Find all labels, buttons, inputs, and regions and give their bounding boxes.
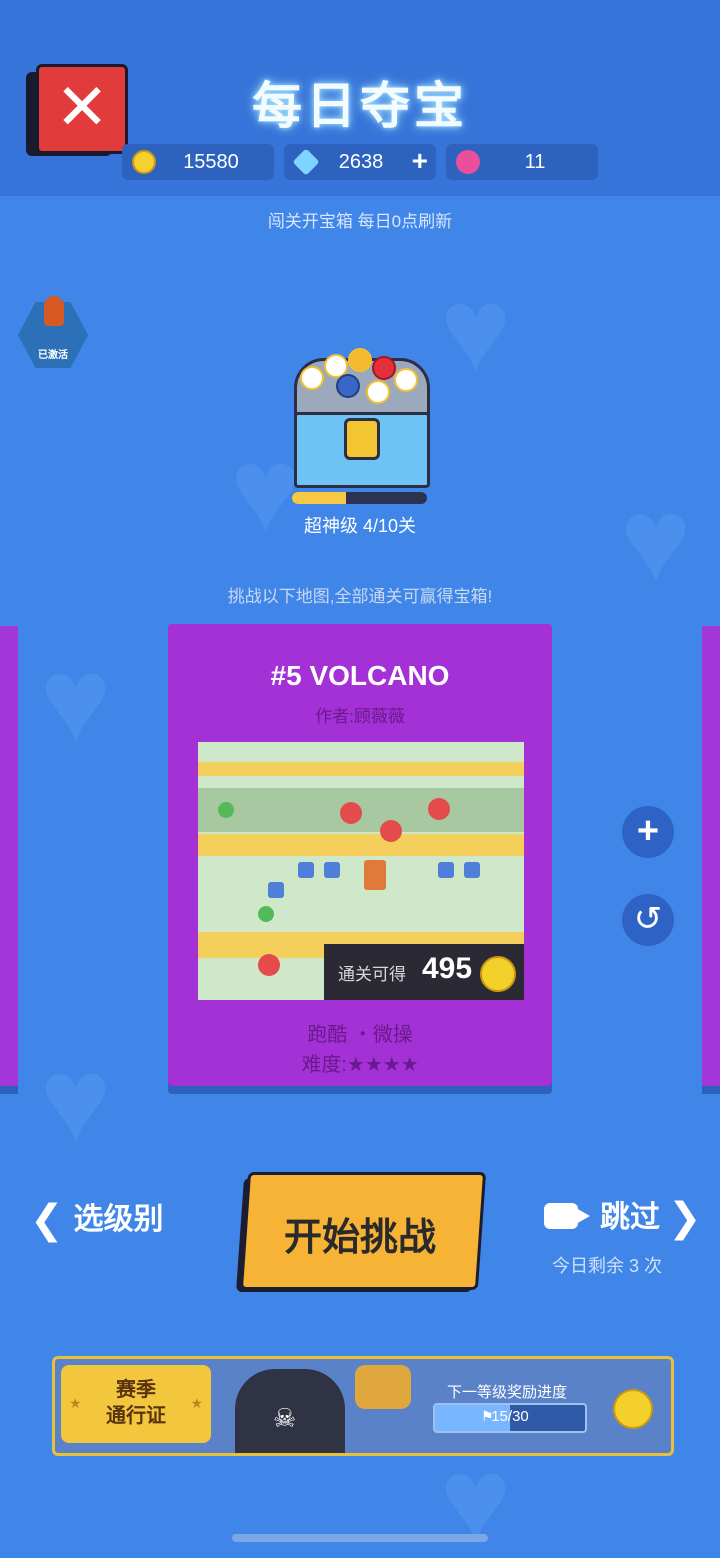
add-diamond-icon[interactable]: + bbox=[412, 144, 428, 178]
season-pass-banner[interactable]: ★ 赛季 通行证 ★ ☠ 下一等级奖励进度 ⚑ 15/30 bbox=[52, 1356, 674, 1456]
level-tags: 跑酷 ・微操 bbox=[307, 1024, 413, 1046]
skull-icon: ☠ bbox=[273, 1403, 297, 1433]
video-camera-icon bbox=[544, 1203, 590, 1229]
chevron-left-icon: ❮ bbox=[30, 1198, 64, 1242]
level-reward: 通关可得 495 bbox=[324, 944, 524, 1000]
activated-badge[interactable]: 已激活 bbox=[18, 296, 88, 374]
history-button[interactable]: ↺ bbox=[622, 894, 674, 946]
home-indicator[interactable] bbox=[232, 1534, 488, 1542]
remaining-skips: 今日剩余 3 次 bbox=[552, 1256, 663, 1276]
gold-coin-icon bbox=[480, 956, 516, 992]
level-difficulty: 难度:★★★★ bbox=[301, 1054, 419, 1076]
level-title: #5 VOLCANO bbox=[270, 660, 450, 691]
gold-coin-icon bbox=[132, 150, 156, 174]
chest-progress-label: 超神级 4/10关 bbox=[303, 516, 417, 536]
top-bar: ✕ 每日夺宝 15580 2638 + 11 bbox=[0, 0, 720, 196]
season-pass-progress: ⚑ 15/30 bbox=[433, 1403, 587, 1433]
select-level-button[interactable]: ❮ 选级别 bbox=[30, 1194, 164, 1243]
plus-icon: + bbox=[636, 810, 660, 852]
hero-character-image bbox=[355, 1365, 411, 1409]
chest-progress-bar bbox=[292, 492, 427, 504]
level-author: 作者:顾薇薇 bbox=[315, 707, 405, 726]
history-icon: ↺ bbox=[633, 900, 663, 938]
diamond-icon bbox=[292, 148, 320, 176]
lock-icon bbox=[344, 418, 380, 460]
lotus-counter: 11 bbox=[446, 144, 598, 180]
level-preview-image: 通关可得 495 bbox=[198, 742, 524, 1000]
heart-pattern-icon: ♥ bbox=[40, 633, 112, 767]
season-pass-tag: ★ 赛季 通行证 ★ bbox=[61, 1365, 211, 1443]
next-level-card[interactable] bbox=[702, 626, 720, 1086]
skip-button[interactable]: 跳过 ❯ bbox=[544, 1192, 702, 1241]
chevron-right-icon: ❯ bbox=[668, 1196, 702, 1240]
next-reward-label: 下一等级奖励进度 bbox=[447, 1384, 568, 1401]
level-card[interactable]: #5 VOLCANO 作者:顾薇薇 通关可得 495 跑酷 ・微操 难度:★★★… bbox=[168, 624, 552, 1086]
heart-pattern-icon: ♥ bbox=[40, 1033, 112, 1167]
refresh-subtitle: 闯关开宝箱 每日0点刷新 bbox=[267, 212, 453, 231]
heart-pattern-icon: ♥ bbox=[440, 263, 512, 397]
gold-coin-icon bbox=[613, 1389, 653, 1429]
page-title: 每日夺宝 bbox=[252, 78, 468, 134]
chest-progress-fill bbox=[292, 492, 346, 504]
gold-coin-counter: 15580 bbox=[122, 144, 274, 180]
diamond-counter[interactable]: 2638 + bbox=[284, 144, 436, 180]
season-pass-label: 赛季 通行证 bbox=[106, 1379, 166, 1427]
add-button[interactable]: + bbox=[622, 806, 674, 858]
star-icon: ★ bbox=[190, 1395, 203, 1411]
start-challenge-button[interactable]: 开始挑战 bbox=[236, 1172, 487, 1292]
treasure-chest bbox=[284, 338, 434, 488]
pirate-character-image: ☠ bbox=[235, 1369, 345, 1453]
challenge-hint: 挑战以下地图,全部通关可赢得宝箱! bbox=[227, 587, 493, 606]
character-icon bbox=[44, 296, 64, 326]
lotus-icon bbox=[456, 150, 480, 174]
prev-level-card[interactable] bbox=[0, 626, 18, 1086]
